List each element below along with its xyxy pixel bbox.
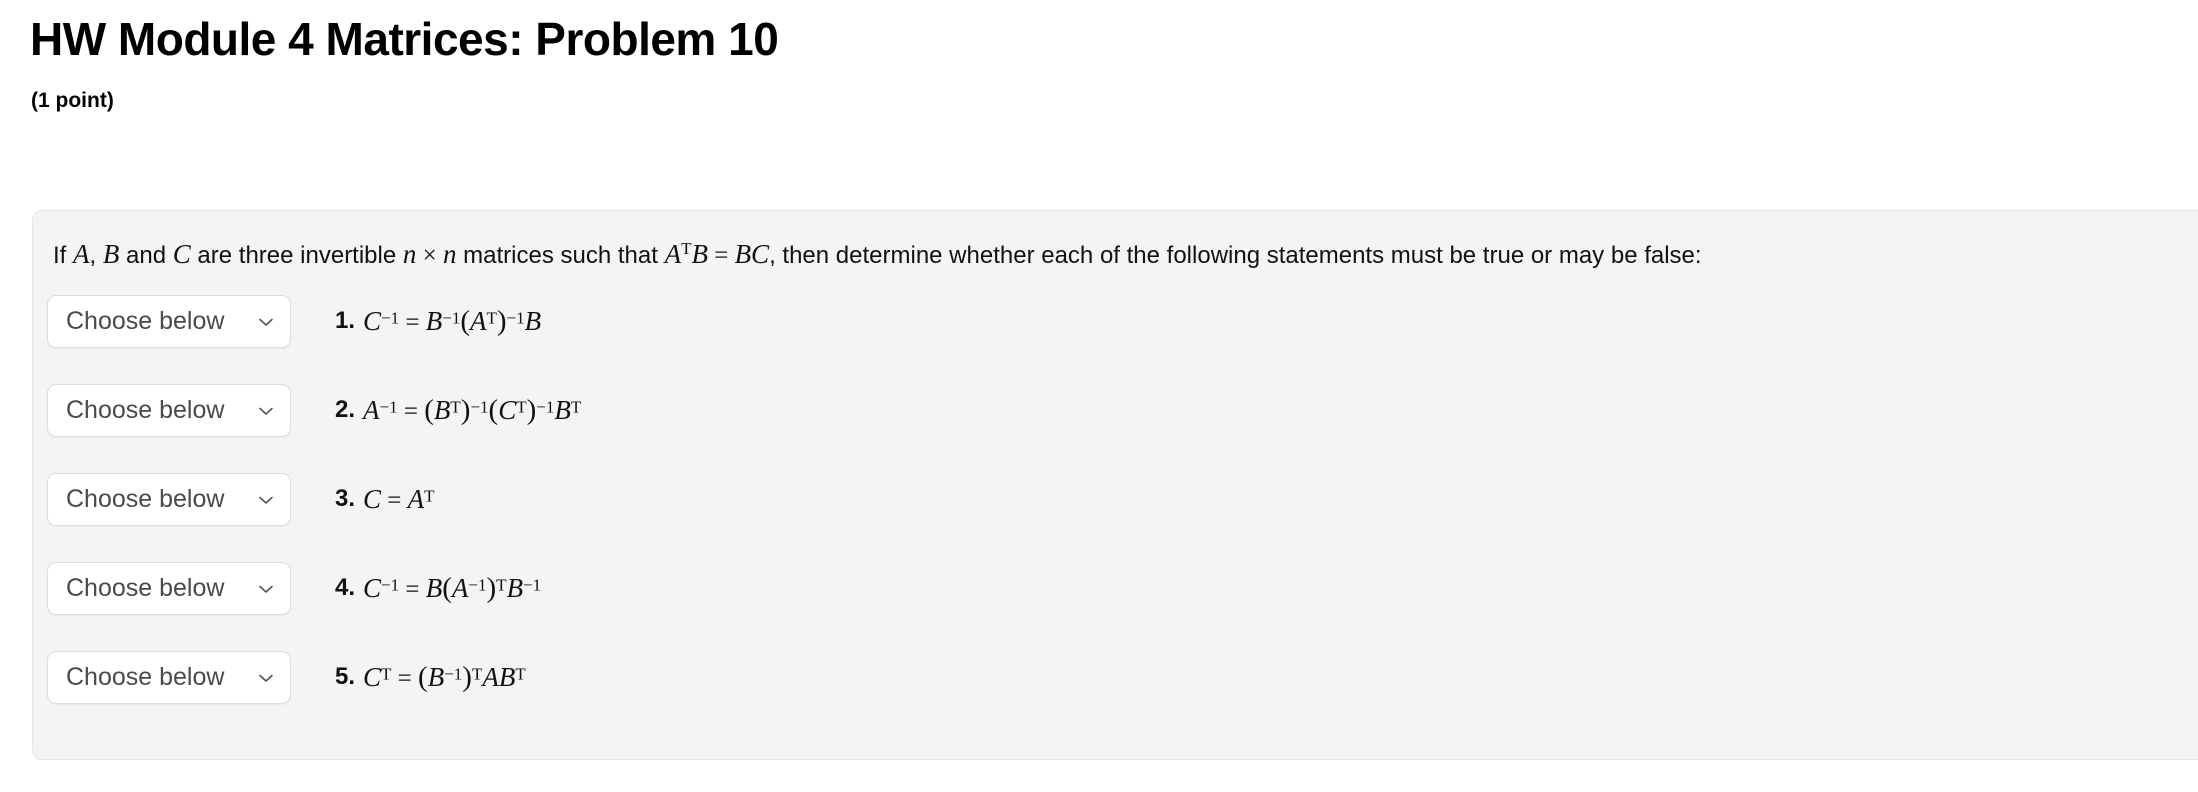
matrix-a-symbol: A [73, 239, 90, 269]
statement-1-math: C−1 = B−1(AT)−1B [363, 304, 542, 337]
statement-row: Choose below 5. CT = (B−1)TABT [39, 643, 2139, 732]
matrix-c-symbol: C [172, 239, 191, 269]
chevron-down-icon [256, 579, 276, 599]
statement-3-text: 3. C = AT [335, 471, 435, 527]
equation-lhs-a: A [664, 239, 682, 269]
statement-1-number: 1. [335, 307, 356, 334]
times-symbol: × [416, 242, 443, 269]
answer-select-2[interactable]: Choose below [47, 384, 291, 437]
equation-lhs-b: B [691, 239, 708, 269]
statement-3-math: C = AT [363, 483, 435, 514]
answer-select-5[interactable]: Choose below [47, 651, 291, 704]
matrix-b-symbol: B [102, 239, 120, 269]
statement-3-number: 3. [335, 485, 356, 512]
page-title: HW Module 4 Matrices: Problem 10 [30, 13, 779, 65]
statement-4-number: 4. [335, 574, 356, 601]
statement-row: Choose below 1. C−1 = B−1(AT)−1B [39, 287, 2139, 376]
statement-row: Choose below 3. C = AT [39, 465, 2139, 554]
answer-select-4[interactable]: Choose below [47, 562, 291, 615]
statement-5-number: 5. [335, 663, 356, 690]
statement-list: Choose below 1. C−1 = B−1(AT)−1B Choose … [39, 287, 2139, 732]
statement-2-text: 2. A−1 = (BT)−1(CT)−1BT [335, 382, 581, 438]
statement-mid-two: matrices such that [456, 242, 665, 269]
chevron-down-icon [256, 312, 276, 332]
answer-select-1-label: Choose below [66, 307, 225, 335]
statement-lead: If [53, 242, 74, 269]
statement-5-text: 5. CT = (B−1)TABT [335, 649, 526, 705]
transpose-superscript: T [681, 239, 692, 258]
answer-select-2-label: Choose below [66, 396, 225, 424]
chevron-down-icon [256, 401, 276, 421]
statement-2-number: 2. [335, 396, 356, 423]
statement-and: and [119, 242, 173, 269]
answer-select-1[interactable]: Choose below [47, 295, 291, 348]
answer-select-3[interactable]: Choose below [47, 473, 291, 526]
statement-mid: are three invertible [190, 242, 403, 269]
dim-n-second: n [442, 239, 457, 269]
answer-select-3-label: Choose below [66, 485, 225, 513]
equation-rhs-bc: BC [734, 239, 770, 269]
statement-comma: , [89, 242, 103, 269]
statement-1-text: 1. C−1 = B−1(AT)−1B [335, 293, 541, 349]
statement-5-math: CT = (B−1)TABT [363, 660, 526, 693]
chevron-down-icon [256, 668, 276, 688]
statement-row: Choose below 2. A−1 = (BT)−1(CT)−1BT [39, 376, 2139, 465]
problem-panel: If A, B and C are three invertible n × n… [32, 210, 2198, 760]
equals-symbol: = [707, 242, 735, 269]
problem-page: HW Module 4 Matrices: Problem 10 (1 poin… [0, 0, 2198, 792]
statement-4-text: 4. C−1 = B(A−1)TB−1 [335, 560, 541, 616]
answer-select-5-label: Choose below [66, 663, 225, 691]
statement-tail: , then determine whether each of the fol… [769, 242, 1702, 269]
statement-4-math: C−1 = B(A−1)TB−1 [363, 571, 542, 604]
statement-2-math: A−1 = (BT)−1(CT)−1BT [363, 393, 582, 426]
answer-select-4-label: Choose below [66, 574, 225, 602]
dim-n-first: n [402, 239, 417, 269]
statement-row: Choose below 4. C−1 = B(A−1)TB−1 [39, 554, 2139, 643]
point-value-label: (1 point) [31, 89, 114, 112]
problem-statement: If A, B and C are three invertible n × n… [53, 237, 1702, 273]
chevron-down-icon [256, 490, 276, 510]
